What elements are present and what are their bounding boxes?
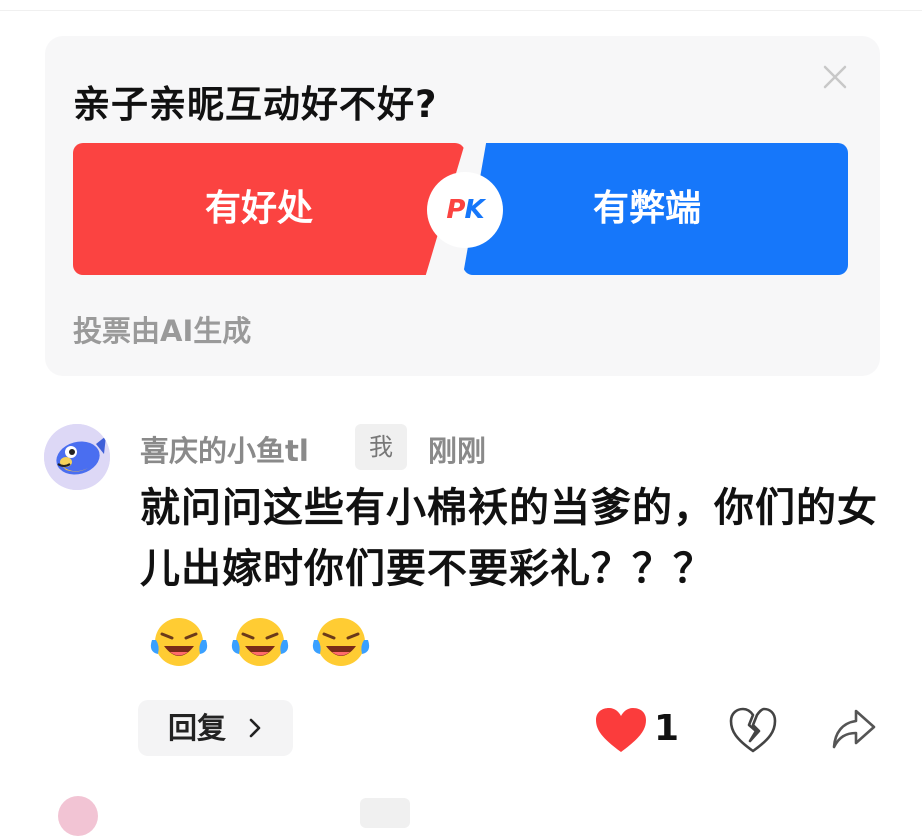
- emoji-row: [146, 610, 374, 672]
- share-arrow-icon: [832, 709, 876, 749]
- close-icon[interactable]: [820, 62, 850, 92]
- username[interactable]: 喜庆的小鱼tl: [140, 428, 309, 470]
- reply-button[interactable]: 回复: [138, 700, 293, 756]
- vote-option-con-button[interactable]: 有弊端: [463, 143, 848, 275]
- comment-body: 就问问这些有小棉袄的当爹的，你们的女儿出嫁时你们要不要彩礼？？？: [140, 478, 885, 672]
- heart-icon: [596, 708, 646, 752]
- pk-letter-k: K: [464, 195, 484, 225]
- poll-ai-note: 投票由AI生成: [73, 314, 252, 348]
- poll-question: 亲子亲昵互动好不好?: [73, 83, 438, 126]
- poll-card: 亲子亲昵互动好不好? 有好处 有弊端 PK 投票由AI生成: [45, 36, 880, 376]
- broken-heart-icon: [729, 707, 777, 753]
- laugh-cry-emoji-icon: [231, 618, 289, 666]
- vote-option-pro-button[interactable]: 有好处: [73, 143, 465, 275]
- vote-option-con-label: 有弊端: [593, 188, 702, 229]
- laugh-cry-emoji-icon: [150, 618, 208, 666]
- pk-badge: PK: [427, 172, 503, 248]
- avatar[interactable]: [44, 424, 110, 490]
- vote-option-pro-label: 有好处: [205, 188, 314, 229]
- pk-letter-p: P: [446, 195, 465, 225]
- like-button[interactable]: [594, 706, 648, 756]
- comment-text: 就问问这些有小棉袄的当爹的，你们的女儿出嫁时你们要不要彩礼？？？: [140, 485, 878, 592]
- reply-label: 回复: [168, 711, 227, 745]
- top-divider: [0, 10, 922, 11]
- like-count: 1: [654, 708, 680, 749]
- laugh-cry-emoji-icon: [312, 618, 370, 666]
- share-button[interactable]: [830, 705, 878, 753]
- chevron-right-icon: [249, 718, 261, 738]
- me-tag: 我: [355, 424, 407, 470]
- next-comment-avatar[interactable]: [58, 796, 98, 836]
- comment-time: 刚刚: [428, 434, 487, 468]
- fish-avatar-icon: [44, 424, 110, 490]
- next-comment-tag: [360, 798, 410, 828]
- dislike-button[interactable]: [728, 705, 778, 757]
